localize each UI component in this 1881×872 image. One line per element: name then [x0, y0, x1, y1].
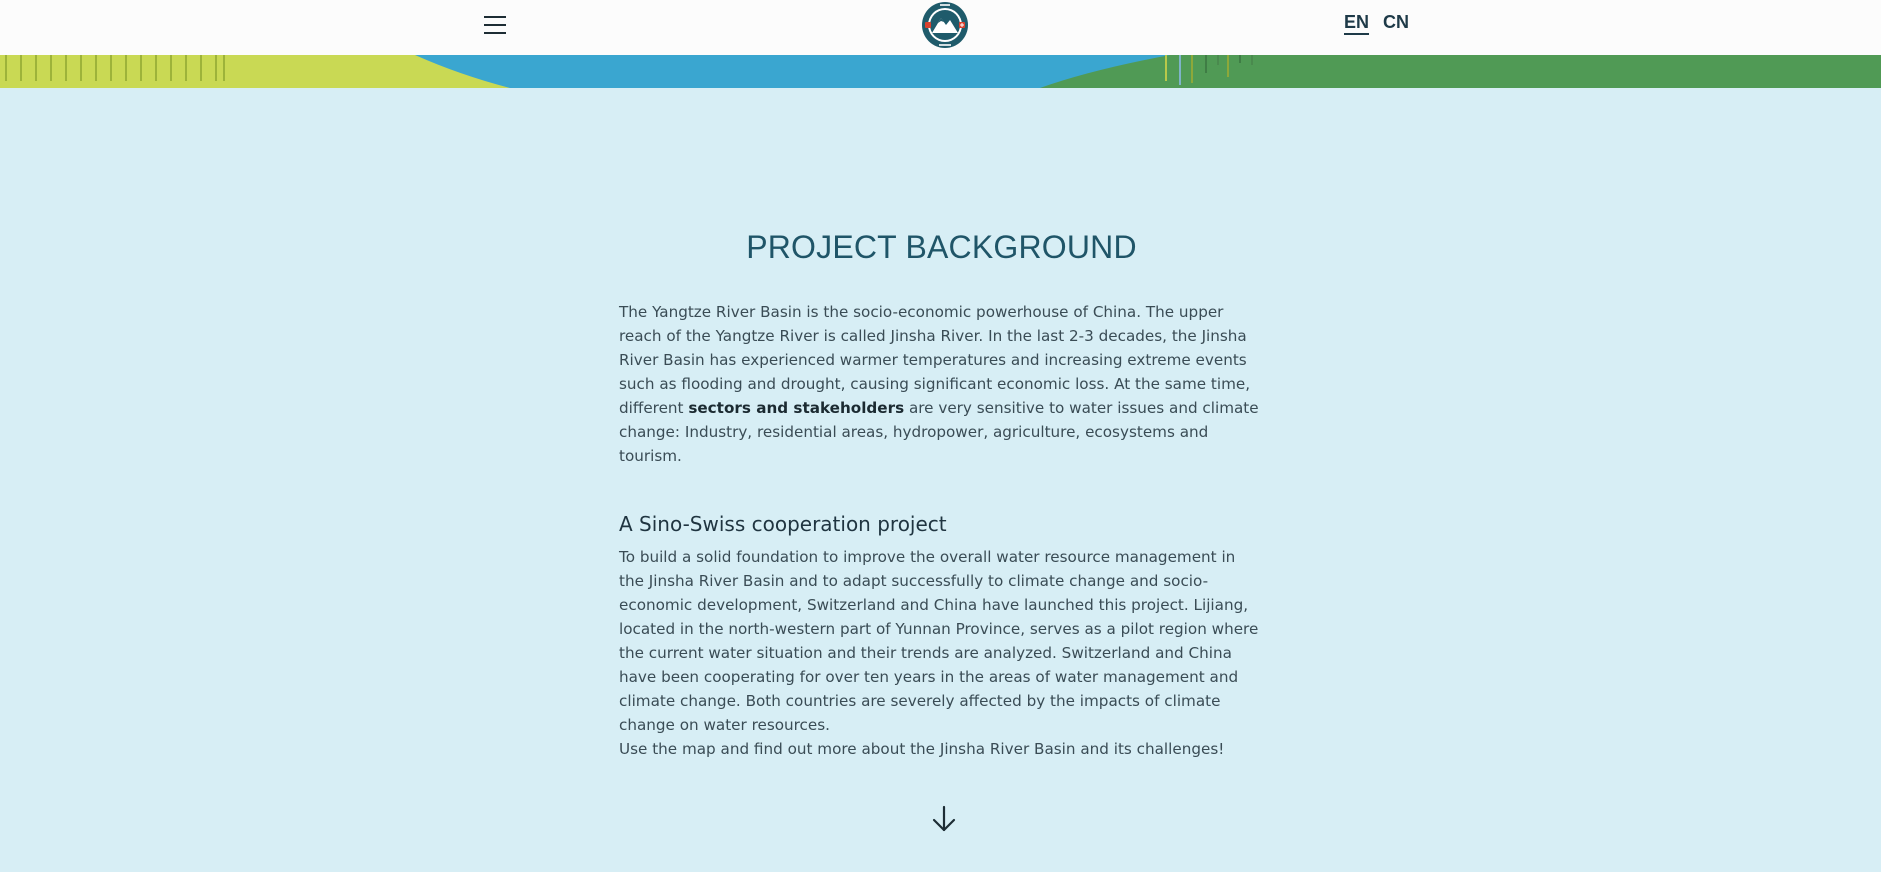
intro-bold-phrase: sectors and stakeholders	[688, 399, 905, 417]
hamburger-menu-icon[interactable]	[482, 13, 508, 37]
decorative-landscape-band	[0, 55, 1881, 88]
language-en-link[interactable]: EN	[1344, 12, 1369, 33]
language-cn-link[interactable]: CN	[1383, 12, 1409, 33]
mountain-logo-icon[interactable]	[921, 1, 969, 49]
arrow-down-icon[interactable]	[931, 804, 957, 834]
top-navigation-bar: EN CN	[0, 0, 1881, 55]
page-title: PROJECT BACKGROUND	[746, 229, 1137, 265]
map-call-to-action: Use the map and find out more about the …	[619, 740, 1225, 758]
project-background-section: PROJECT BACKGROUND The Yangtze River Bas…	[619, 222, 1264, 761]
cooperation-paragraph: To build a solid foundation to improve t…	[619, 548, 1259, 734]
cooperation-subheading: A Sino-Swiss cooperation project	[619, 512, 947, 536]
intro-paragraph: The Yangtze River Basin is the socio-eco…	[619, 300, 1264, 468]
